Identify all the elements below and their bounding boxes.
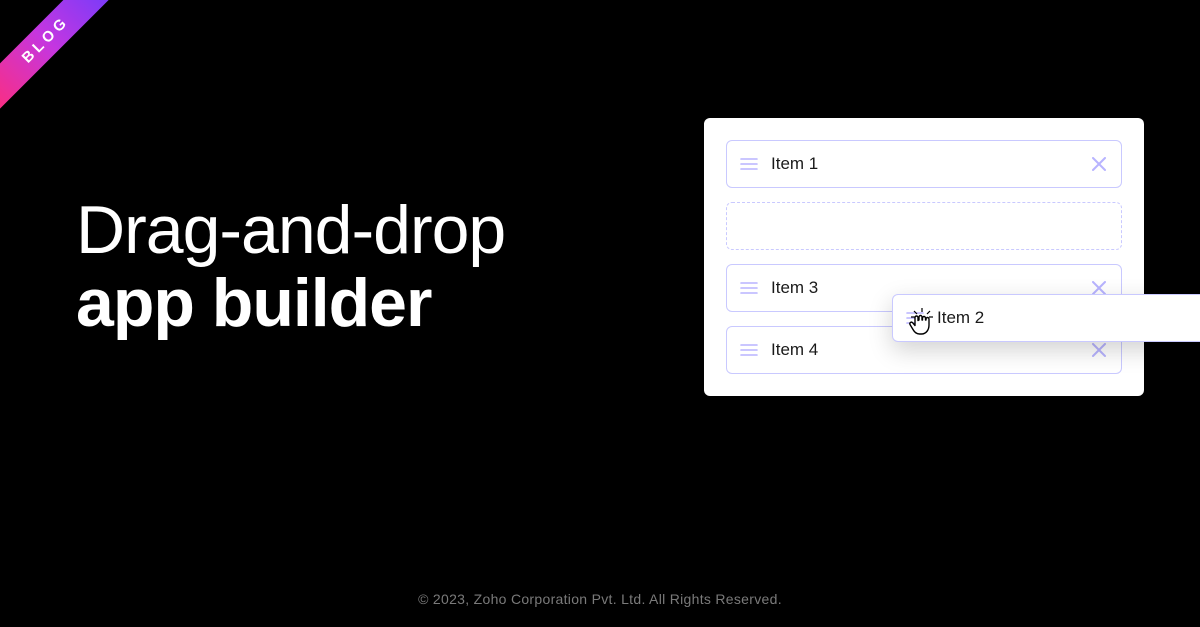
hero-title: Drag-and-drop app builder bbox=[76, 195, 505, 341]
close-icon[interactable] bbox=[1089, 154, 1109, 174]
hero-line-1: Drag-and-drop bbox=[76, 195, 505, 266]
dragging-item[interactable]: Item 2 bbox=[892, 294, 1200, 342]
list-item[interactable]: Item 1 bbox=[726, 140, 1122, 188]
drop-placeholder[interactable] bbox=[726, 202, 1122, 250]
hero-line-2: app builder bbox=[76, 266, 505, 341]
drag-drop-panel: Item 1 Item 3 Item 4 bbox=[704, 118, 1144, 396]
ribbon-label: BLOG bbox=[19, 13, 73, 67]
drag-handle-icon[interactable] bbox=[739, 340, 759, 360]
copyright-text: © 2023, Zoho Corporation Pvt. Ltd. All R… bbox=[418, 591, 782, 607]
drag-handle-icon[interactable] bbox=[905, 308, 925, 328]
list-item-label: Item 1 bbox=[771, 154, 1077, 174]
list-item-label: Item 4 bbox=[771, 340, 1077, 360]
close-icon[interactable] bbox=[1089, 340, 1109, 360]
dragging-item-label: Item 2 bbox=[937, 308, 1200, 328]
drag-handle-icon[interactable] bbox=[739, 154, 759, 174]
blog-ribbon: BLOG bbox=[0, 0, 121, 115]
footer-copyright: © 2023, Zoho Corporation Pvt. Ltd. All R… bbox=[0, 591, 1200, 607]
drag-handle-icon[interactable] bbox=[739, 278, 759, 298]
